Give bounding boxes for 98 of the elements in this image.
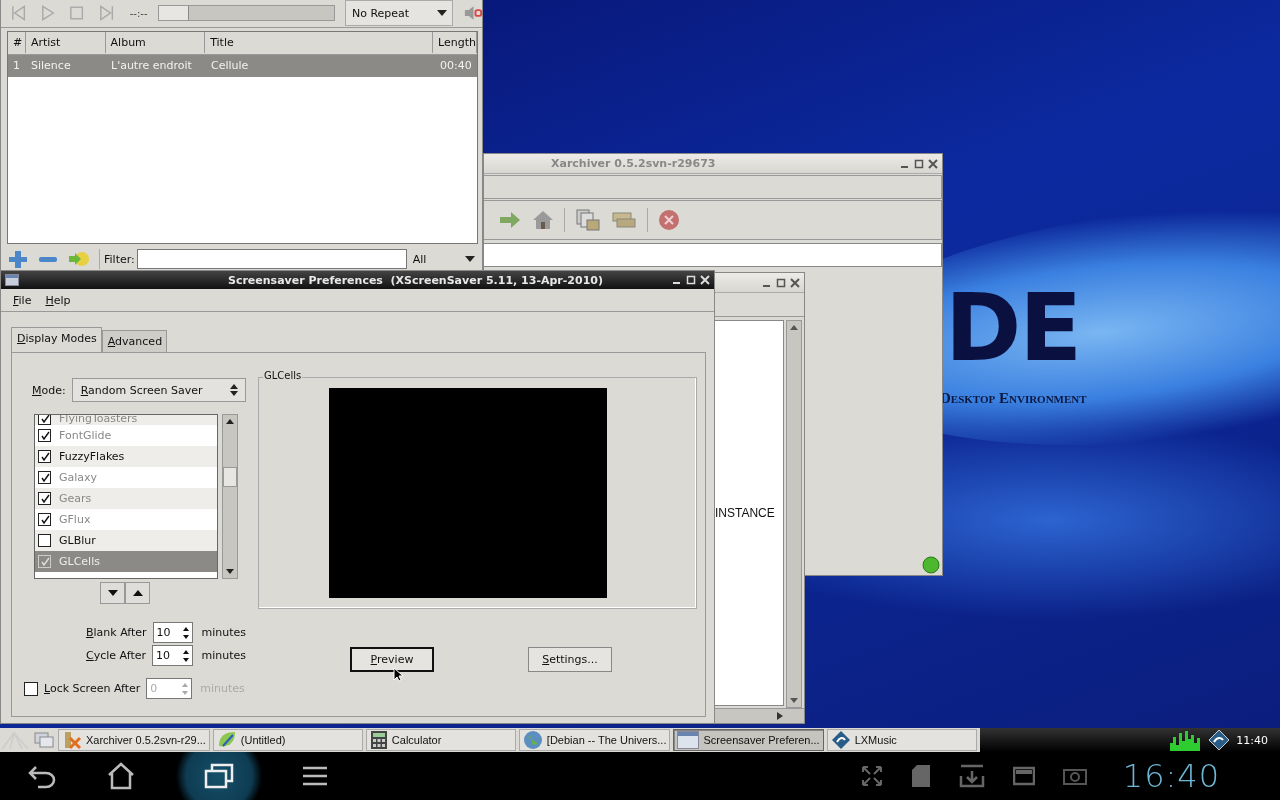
filter-dropdown[interactable]: All bbox=[406, 249, 482, 270]
home-icon[interactable] bbox=[532, 209, 554, 231]
maximize-icon[interactable] bbox=[776, 277, 786, 288]
checkbox[interactable] bbox=[38, 450, 51, 463]
taskbar-button[interactable]: Screensaver Preferen... bbox=[673, 729, 824, 751]
lock-label: Lock Screen After bbox=[44, 682, 141, 695]
table-cell-text: Silence bbox=[30, 59, 72, 73]
minutes-spin-field[interactable]: 10 bbox=[152, 645, 194, 666]
table-cell-text: 1 bbox=[12, 59, 21, 73]
column-header[interactable]: Length bbox=[433, 32, 477, 54]
seek-slider-track[interactable] bbox=[157, 5, 335, 22]
up-arrow-icon bbox=[132, 589, 143, 597]
calculator-icon bbox=[369, 730, 388, 750]
down-arrow-icon bbox=[107, 589, 118, 597]
frame-label: GLCells bbox=[263, 370, 303, 381]
dropdown-arrow-icon bbox=[435, 9, 448, 18]
menu-icon[interactable] bbox=[302, 765, 328, 787]
network-icon bbox=[1208, 729, 1231, 751]
screensaver-name: FuzzyFlakes bbox=[59, 450, 125, 463]
camera-icon[interactable] bbox=[1062, 767, 1087, 785]
taskbar-button[interactable]: (Untitled) bbox=[212, 729, 363, 751]
taskbar-clock: 11:40 bbox=[1236, 733, 1268, 747]
close-icon[interactable] bbox=[790, 277, 800, 288]
maximize-icon[interactable] bbox=[914, 158, 924, 169]
filter-field[interactable] bbox=[136, 249, 407, 270]
column-header[interactable]: Artist bbox=[25, 32, 106, 54]
location-field[interactable] bbox=[484, 243, 942, 267]
minutes-spin-field[interactable]: 10 bbox=[152, 622, 194, 643]
tab[interactable]: Advanced bbox=[101, 330, 168, 352]
mode-label: Mode: bbox=[32, 383, 66, 397]
cpu-graph-icon bbox=[1168, 729, 1203, 751]
table-cell-text: Cellule bbox=[210, 59, 250, 73]
start-menu-icon[interactable] bbox=[0, 729, 30, 751]
add-icon[interactable] bbox=[7, 249, 29, 270]
table-cell-text: L'autre endroit bbox=[110, 59, 193, 73]
window-icon bbox=[677, 731, 700, 749]
unit-label: minutes bbox=[201, 626, 246, 639]
window-title: Xarchiver 0.5.2svn-r29673 bbox=[551, 157, 716, 170]
taskbar-button[interactable]: Calculator bbox=[365, 729, 516, 751]
close-icon[interactable] bbox=[928, 158, 938, 169]
time-display: --:-- bbox=[129, 7, 148, 19]
globe-icon bbox=[522, 730, 543, 750]
window-title: Screensaver Preferences (XScreenSaver 5.11, 13-Apr-2010) bbox=[227, 273, 604, 287]
expand-arrows-icon[interactable] bbox=[860, 765, 883, 787]
taskbar-button[interactable]: [Debian -- The Univers... bbox=[518, 729, 671, 751]
column-header[interactable]: Title bbox=[205, 32, 434, 54]
mouse-cursor-icon bbox=[393, 667, 403, 682]
taskbar-button[interactable]: Xarchiver 0.5.2svn-r29... bbox=[58, 729, 210, 751]
home-icon[interactable] bbox=[106, 762, 136, 790]
diamond-logo-icon bbox=[830, 730, 851, 750]
status-light-icon bbox=[922, 556, 940, 574]
vertical-scrollbar[interactable] bbox=[786, 320, 802, 708]
scrollbar-thumb[interactable] bbox=[223, 467, 237, 487]
dialog-button[interactable]: Preview bbox=[350, 647, 434, 672]
screensaver-name: FontGlide bbox=[59, 429, 112, 442]
horizontal-scrollbar[interactable] bbox=[714, 708, 804, 723]
screensaver-name: Gears bbox=[59, 492, 92, 505]
copy-pages-icon[interactable] bbox=[575, 208, 601, 232]
menu-item[interactable]: Help bbox=[45, 293, 71, 307]
back-icon[interactable] bbox=[26, 763, 58, 789]
column-header[interactable]: # bbox=[8, 32, 26, 54]
list-scrollbar[interactable] bbox=[222, 414, 238, 579]
sd-card-icon[interactable] bbox=[910, 764, 931, 788]
move-down-button[interactable] bbox=[100, 582, 125, 604]
tab[interactable]: Display Modes bbox=[11, 327, 102, 352]
timer-label: Blank After bbox=[86, 626, 147, 639]
download-icon[interactable] bbox=[958, 764, 985, 788]
mode-dropdown[interactable]: Random Screen Saver bbox=[71, 378, 246, 402]
volume-muted-icon[interactable] bbox=[462, 4, 482, 23]
timer-label: Cycle After bbox=[86, 649, 146, 662]
column-header[interactable]: Album bbox=[105, 32, 206, 54]
wallpaper-logo-text: DE bbox=[945, 283, 1081, 375]
stop-icon[interactable] bbox=[658, 209, 680, 231]
monitor-icon[interactable] bbox=[1012, 766, 1035, 786]
checkbox[interactable] bbox=[38, 534, 51, 547]
updown-arrows-icon bbox=[229, 382, 239, 398]
unit-label: minutes bbox=[201, 649, 246, 662]
document-text: INSTANCE bbox=[715, 506, 775, 520]
move-up-button[interactable] bbox=[125, 582, 150, 604]
screensaver-item[interactable]: FuzzyFlakes bbox=[35, 446, 217, 467]
taskbar-button[interactable]: LXMusic bbox=[826, 729, 977, 751]
screensaver-name: GLBlur bbox=[59, 534, 96, 547]
menu-item[interactable]: File bbox=[13, 293, 32, 307]
system-clock: 16:40 bbox=[1122, 757, 1220, 795]
recent-apps-icon[interactable] bbox=[204, 763, 234, 789]
repeat-dropdown[interactable]: No Repeat bbox=[344, 0, 453, 27]
dropdown-arrow-icon bbox=[464, 255, 476, 264]
filter-label: Filter: bbox=[104, 252, 135, 266]
table-cell-text: 00:40 bbox=[439, 59, 473, 73]
archive-tool-icon bbox=[62, 730, 82, 750]
text-area[interactable]: INSTANCE bbox=[714, 320, 784, 706]
window-icon bbox=[5, 274, 19, 286]
screensaver-name: GFlux bbox=[59, 513, 91, 526]
screensaver-name: GLCells bbox=[59, 555, 100, 568]
seek-slider-thumb[interactable] bbox=[158, 6, 189, 21]
dialog-button[interactable]: Settings... bbox=[528, 647, 612, 672]
screensaver-name: Galaxy bbox=[59, 471, 98, 484]
screensaver-item[interactable]: GLBlur bbox=[35, 530, 217, 551]
